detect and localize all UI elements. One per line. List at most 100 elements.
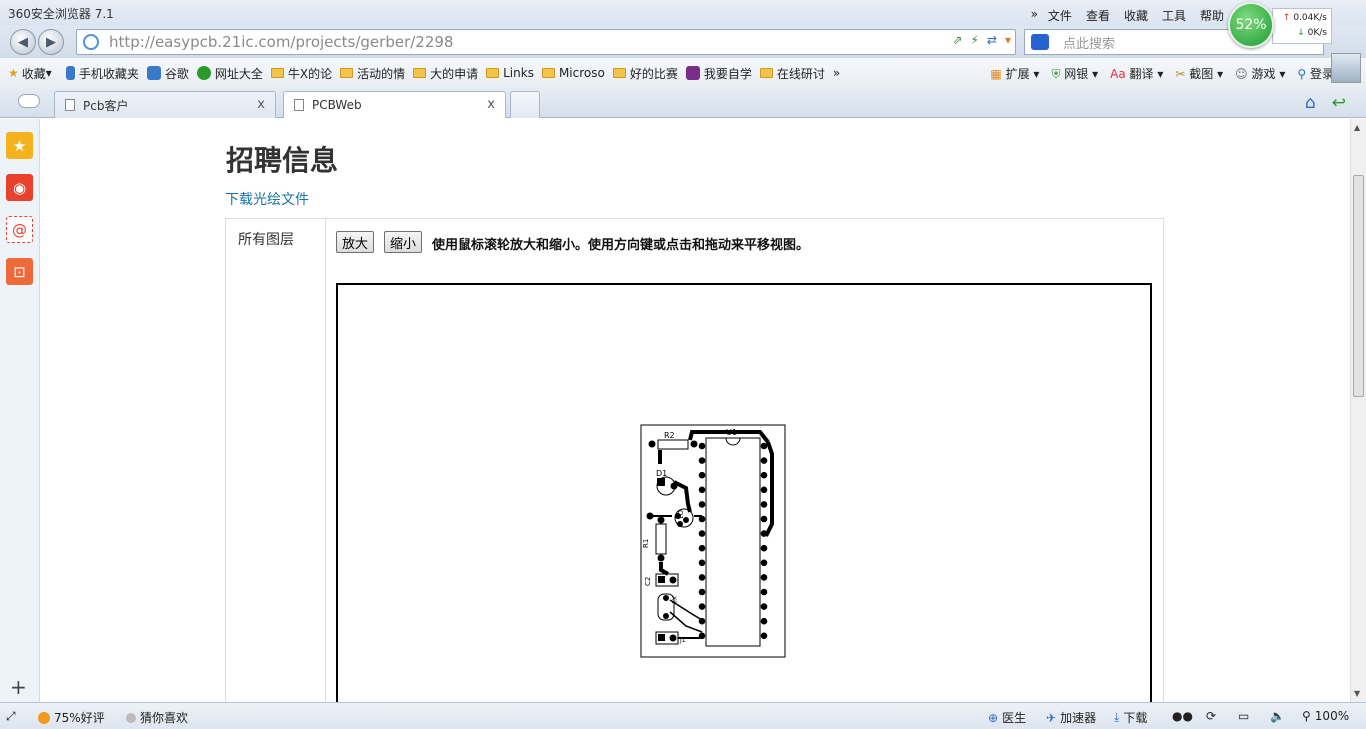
address-dropdown-icon[interactable]: ▾ — [1005, 33, 1011, 47]
layer-column-divider — [325, 257, 326, 702]
doctor-button[interactable]: ⊕ 医生 — [988, 709, 1026, 726]
translate-button[interactable]: Aa 翻译 ▾ — [1110, 65, 1163, 82]
zoom-control[interactable]: ⚲ 100% — [1302, 709, 1349, 723]
label-r1: R1 — [642, 539, 650, 548]
exit-fullscreen-icon[interactable]: ⤢ — [6, 709, 16, 724]
window-icon[interactable]: ▭ — [1238, 709, 1249, 723]
home-icon[interactable]: ⌂ — [1305, 93, 1316, 113]
scroll-up-icon[interactable]: ▲ — [1354, 123, 1360, 132]
google-icon — [146, 66, 161, 80]
menu-favorites[interactable]: 收藏 — [1124, 7, 1148, 24]
fav-folder-4[interactable]: 好的比赛 — [612, 65, 678, 82]
viewer-hint: 使用鼠标滚轮放大和缩小。使用方向键或点击和拖动来平移视图。 — [432, 238, 810, 253]
pad — [698, 559, 706, 567]
fav-folder-1[interactable]: 牛X的论 — [270, 65, 332, 82]
site-icon — [83, 34, 99, 50]
pad — [698, 544, 706, 552]
fav-self-study[interactable]: 我要自学 — [685, 65, 752, 82]
orange-icon — [38, 711, 50, 724]
speaker-icon[interactable]: 🔈 — [1270, 709, 1285, 723]
tab-pcb-customer[interactable]: Pcb客户 x — [54, 91, 276, 118]
cloud-icon[interactable] — [18, 94, 40, 108]
pad — [698, 530, 706, 537]
pad — [760, 457, 768, 464]
rocket-icon: ✈ — [1046, 710, 1057, 725]
close-icon[interactable]: x — [257, 97, 265, 112]
lightning-icon[interactable]: ⚡ — [970, 33, 978, 47]
favorites-star-icon[interactable]: ★ — [6, 132, 33, 159]
scroll-down-icon[interactable]: ▼ — [1354, 689, 1360, 698]
magnifier-icon: ⚲ — [1297, 66, 1307, 81]
pad — [760, 574, 768, 581]
phone-icon — [65, 66, 75, 80]
vertical-scrollbar[interactable]: ▲ ▼ — [1350, 119, 1366, 702]
menu-view[interactable]: 查看 — [1086, 7, 1110, 24]
shopping-icon[interactable]: ⊡ — [6, 258, 33, 285]
menu-tools[interactable]: 工具 — [1162, 7, 1186, 24]
fav-folder-3[interactable]: 大的申请 — [413, 65, 478, 82]
zoom-in-button[interactable]: 放大 — [336, 231, 375, 253]
folder-icon — [340, 68, 354, 78]
address-url[interactable]: http://easypcb.21ic.com/projects/gerber/… — [109, 33, 453, 51]
guess-you-like-button[interactable]: 猜你喜欢 — [126, 709, 188, 726]
forward-button[interactable]: ▶ — [38, 29, 64, 55]
download-gerber-link[interactable]: 下载光绘文件 — [225, 189, 309, 209]
download-button[interactable]: ⤓ 下载 — [1114, 709, 1147, 726]
pad — [760, 442, 768, 450]
doctor-icon: ⊕ — [988, 710, 999, 725]
network-speed-ball[interactable]: 52% — [1228, 2, 1274, 48]
glasses-icon[interactable]: ●● — [1172, 709, 1193, 723]
tab-all-layers[interactable]: 所有图层 — [226, 219, 326, 257]
refresh-icon[interactable]: ⟳ — [1206, 709, 1216, 723]
gamepad-icon: ☺ — [1235, 66, 1248, 81]
mail-icon[interactable]: @ — [6, 216, 33, 243]
web-page: 招聘信息 下载光绘文件 所有图层 放大 缩小 使用鼠标滚轮放大和缩小。使用方向键… — [41, 119, 1350, 702]
back-button[interactable]: ◀ — [10, 29, 36, 55]
undo-close-icon[interactable]: ↩ — [1332, 93, 1346, 113]
accelerator-button[interactable]: ✈ 加速器 — [1046, 709, 1096, 726]
folder-icon — [541, 68, 555, 78]
download-icon: ⤓ — [1114, 710, 1120, 724]
r2-body — [657, 439, 689, 450]
weibo-icon[interactable]: ◉ — [6, 174, 33, 201]
compat-mode-icon[interactable]: ⇄ — [987, 33, 997, 47]
fav-more[interactable]: » — [833, 66, 840, 80]
games-button[interactable]: ☺ 游戏 ▾ — [1235, 65, 1285, 82]
new-tab-button[interactable] — [510, 91, 540, 118]
tab-label: PCBWeb — [312, 98, 362, 112]
zoom-out-button[interactable]: 缩小 — [384, 231, 423, 253]
download-speed: 0K/s — [1307, 28, 1327, 38]
left-sidebar: ★ ◉ @ ⊡ + — [0, 119, 40, 702]
scrollbar-thumb[interactable] — [1353, 175, 1364, 397]
extensions-button[interactable]: ▦ 扩展 ▾ — [990, 65, 1039, 82]
share-icon[interactable]: ⇗ — [952, 33, 962, 47]
title-bar: 360安全浏览器 7.1 » 文件 查看 收藏 工具 帮助 — [0, 0, 1366, 26]
fav-folder-5[interactable]: 在线研讨 — [759, 65, 825, 82]
rating-button[interactable]: 75%好评 — [38, 709, 105, 726]
gerber-viewer[interactable]: R2 U1 D1 Q1 R1 C2 X1 J1 — [336, 283, 1152, 702]
tab-pcbweb[interactable]: PCBWeb x — [283, 91, 506, 118]
address-bar[interactable]: http://easypcb.21ic.com/projects/gerber/… — [76, 29, 1016, 55]
add-sidebar-icon[interactable]: + — [10, 675, 27, 699]
fav-google[interactable]: 谷歌 — [146, 65, 189, 82]
folder-icon — [759, 68, 773, 78]
fav-folder-links[interactable]: Links — [486, 66, 534, 80]
tab-label: Pcb客户 — [83, 98, 129, 113]
search-input[interactable]: 点此搜索 — [1063, 33, 1115, 52]
menu-file[interactable]: 文件 — [1048, 7, 1072, 24]
ebank-button[interactable]: ⛨ 网银 ▾ — [1051, 65, 1098, 82]
menu-help[interactable]: 帮助 — [1200, 7, 1224, 24]
screenshot-button[interactable]: ✂ 截图 ▾ — [1175, 65, 1223, 82]
baidu-paw-icon[interactable]: 🐾 — [1031, 34, 1049, 50]
menu-more[interactable]: » — [1031, 7, 1038, 24]
fav-folder-microsoft[interactable]: Microso — [541, 66, 605, 80]
fav-folder-2[interactable]: 活动的情 — [340, 65, 405, 82]
user-avatar[interactable] — [1331, 53, 1361, 83]
pad — [698, 442, 706, 450]
fav-mobile[interactable]: 手机收藏夹 — [65, 65, 139, 82]
favorites-star-button[interactable]: ★ 收藏 ▾ — [8, 65, 52, 82]
navigation-bar: ◀ ▶ http://easypcb.21ic.com/projects/ger… — [0, 26, 1366, 83]
fav-hao360[interactable]: 网址大全 — [196, 65, 263, 82]
site-logo-icon — [685, 66, 700, 80]
close-icon[interactable]: x — [487, 97, 495, 112]
